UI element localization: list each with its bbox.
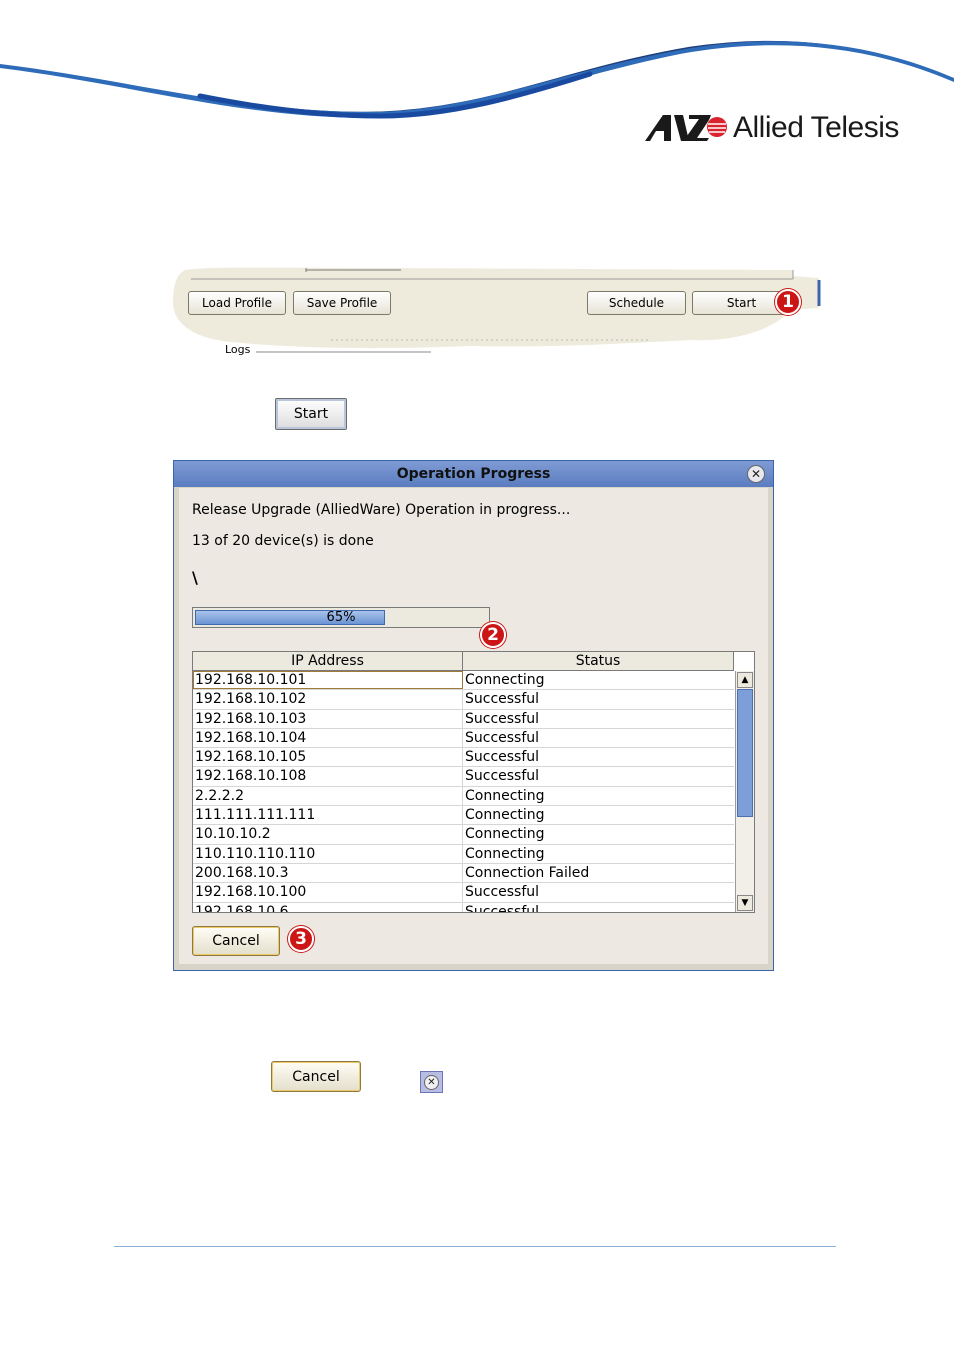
- cancel-button[interactable]: Cancel: [192, 926, 280, 956]
- dialog-content: Release Upgrade (AlliedWare) Operation i…: [179, 488, 768, 964]
- footer-rule: [114, 1246, 836, 1247]
- status-cell: Successful: [465, 691, 540, 708]
- table-row[interactable]: 192.168.10.105 Successful: [193, 748, 734, 768]
- callout-badge-1: 1: [775, 289, 801, 315]
- spinner-glyph: \: [192, 568, 198, 587]
- table-row[interactable]: 192.168.10.100 Successful: [193, 883, 734, 903]
- done-count: 13 of 20 device(s) is done: [192, 533, 374, 549]
- table-row[interactable]: 2.2.2.2 Connecting: [193, 786, 734, 807]
- ip-address-cell: 2.2.2.2: [193, 786, 463, 806]
- status-cell: Successful: [465, 768, 540, 785]
- scrollbar-thumb[interactable]: [737, 689, 753, 817]
- ip-address-cell: 192.168.10.105: [193, 748, 463, 767]
- progress-bar: 65%: [192, 607, 490, 628]
- status-cell: Connecting: [465, 845, 545, 862]
- table-row[interactable]: 110.110.110.110 Connecting: [193, 844, 734, 864]
- status-cell: Successful: [465, 749, 540, 766]
- status-cell: Successful: [465, 903, 540, 913]
- ip-address-cell: 192.168.10.100: [193, 883, 463, 902]
- brand-name: Allied Telesis: [733, 111, 899, 144]
- status-cell: Connecting: [465, 672, 545, 688]
- logs-label: Logs: [225, 343, 251, 356]
- status-cell: Successful: [465, 729, 540, 746]
- vertical-scrollbar[interactable]: ▲ ▼: [735, 671, 754, 912]
- start-button-example[interactable]: Start: [275, 398, 347, 430]
- table-row[interactable]: 192.168.10.103 Successful: [193, 709, 734, 729]
- status-cell: Connecting: [465, 826, 545, 843]
- table-row[interactable]: 192.168.10.6 Successful: [193, 902, 734, 913]
- ip-address-cell: 192.168.10.102: [193, 690, 463, 709]
- ip-address-cell: 200.168.10.3: [193, 863, 463, 883]
- allied-telesis-logo: Allied Telesis: [645, 108, 899, 148]
- dialog-title: Operation Progress: [396, 466, 551, 482]
- logo-mark-icon: [645, 115, 727, 141]
- table-row[interactable]: 111.111.111.111 Connecting: [193, 806, 734, 826]
- table-body: 192.168.10.101 Connecting 192.168.10.102 Su…: [193, 671, 734, 913]
- status-cell: Successful: [465, 884, 540, 901]
- column-header-status[interactable]: Status: [463, 652, 734, 670]
- ip-address-cell: 10.10.10.2: [193, 825, 463, 844]
- close-button-example[interactable]: ✕: [420, 1071, 443, 1093]
- callout-badge-2: 2: [480, 622, 506, 648]
- ip-address-cell: 192.168.10.103: [193, 709, 463, 728]
- load-profile-button[interactable]: Load Profile: [188, 291, 286, 315]
- ip-address-cell: 192.168.10.6: [193, 902, 463, 912]
- ip-address-cell: 192.168.10.108: [193, 767, 463, 786]
- table-header: IP Address Status: [193, 652, 734, 671]
- operation-progress-dialog: Operation Progress ✕ Release Upgrade (Al…: [173, 460, 774, 971]
- status-cell: Connecting: [465, 787, 545, 804]
- save-profile-button[interactable]: Save Profile: [293, 291, 391, 315]
- column-header-ip[interactable]: IP Address: [193, 652, 463, 670]
- ip-address-cell: 110.110.110.110: [193, 844, 463, 863]
- ip-address-cell: 111.111.111.111: [193, 806, 463, 825]
- cancel-button-example[interactable]: Cancel: [271, 1061, 361, 1092]
- table-row[interactable]: 192.168.10.108 Successful: [193, 767, 734, 787]
- schedule-button[interactable]: Schedule: [587, 291, 686, 315]
- callout-badge-3: 3: [288, 926, 314, 952]
- status-cell: Connecting: [465, 807, 545, 824]
- table-row[interactable]: 10.10.10.2 Connecting: [193, 825, 734, 845]
- scroll-down-icon[interactable]: ▼: [737, 895, 753, 911]
- table-row[interactable]: 200.168.10.3 Connection Failed: [193, 863, 734, 884]
- device-status-table: IP Address Status 192.168.10.101 Connecti…: [192, 651, 755, 913]
- operation-message: Release Upgrade (AlliedWare) Operation i…: [192, 502, 571, 518]
- status-cell: Successful: [465, 710, 540, 727]
- scroll-up-icon[interactable]: ▲: [737, 672, 753, 688]
- close-icon[interactable]: ✕: [747, 465, 765, 483]
- table-row[interactable]: 192.168.10.102 Successful: [193, 690, 734, 710]
- profile-toolbar-clip: Load Profile Save Profile Schedule Start…: [171, 262, 821, 357]
- ip-address-cell: 192.168.10.101: [193, 671, 463, 690]
- dialog-titlebar[interactable]: Operation Progress ✕: [174, 461, 773, 487]
- close-icon: ✕: [424, 1074, 439, 1090]
- table-row[interactable]: 192.168.10.104 Successful: [193, 728, 734, 749]
- progress-percent: 65%: [326, 610, 356, 625]
- ip-address-cell: 192.168.10.104: [193, 728, 463, 748]
- table-row[interactable]: 192.168.10.101 Connecting: [193, 671, 734, 691]
- status-cell: Connection Failed: [465, 864, 590, 881]
